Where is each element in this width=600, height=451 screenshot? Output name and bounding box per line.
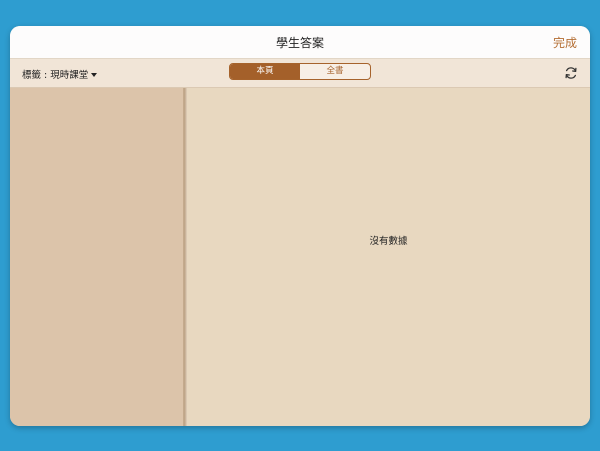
main-content-panel: 沒有數據 <box>187 88 590 426</box>
segment-this-page[interactable]: 本頁 <box>230 64 300 79</box>
caret-down-icon <box>91 73 98 77</box>
segment-whole-book[interactable]: 全書 <box>300 64 370 79</box>
page-title: 學生答案 <box>275 36 324 50</box>
left-list-panel <box>10 88 183 426</box>
refresh-icon[interactable] <box>564 65 578 79</box>
tag-filter-label: 標籤 : 現時課堂 <box>22 70 89 81</box>
tag-filter-dropdown[interactable]: 標籤 : 現時課堂 <box>22 67 98 81</box>
title-bar: 學生答案 完成 <box>10 26 590 59</box>
done-button[interactable]: 完成 <box>553 34 577 51</box>
scope-segmented-control: 本頁 全書 <box>229 63 371 80</box>
toolbar: 標籤 : 現時課堂 本頁 全書 <box>10 59 590 88</box>
empty-state-text: 沒有數據 <box>369 236 408 247</box>
student-answers-modal: 學生答案 完成 標籤 : 現時課堂 本頁 全書 沒有數據 <box>10 26 590 426</box>
